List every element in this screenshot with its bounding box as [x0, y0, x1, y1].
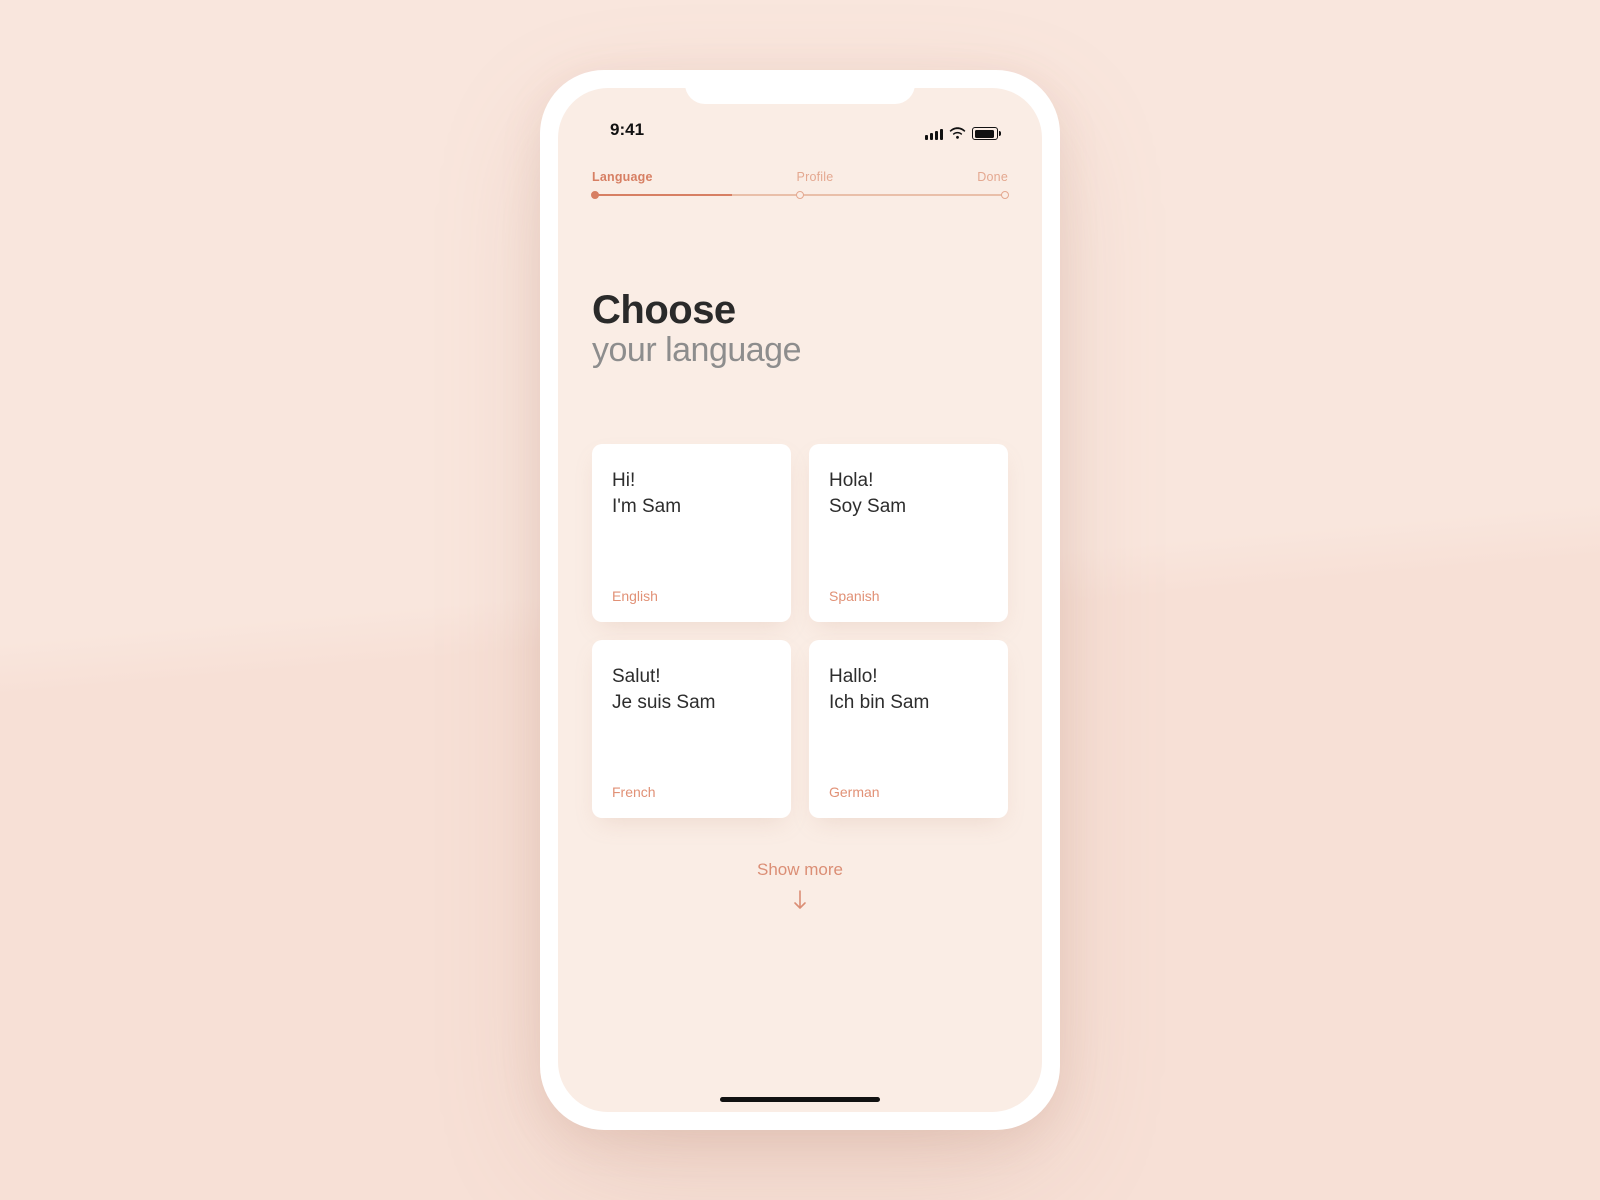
card-greeting: Hola!Soy Sam [829, 468, 988, 519]
page-heading: Choose your language [592, 288, 1008, 370]
heading-light: your language [592, 331, 1008, 370]
screen: 9:41 Language Profile Done [558, 88, 1042, 1112]
phone-frame: 9:41 Language Profile Done [540, 70, 1060, 1130]
step-track [592, 192, 1008, 198]
progress-stepper: Language Profile Done [592, 170, 1008, 198]
language-card-french[interactable]: Salut!Je suis Sam French [592, 640, 791, 818]
arrow-down-icon [592, 890, 1008, 912]
cellular-signal-icon [925, 128, 943, 140]
card-language-label: Spanish [829, 588, 988, 604]
card-greeting: Hallo!Ich bin Sam [829, 664, 988, 715]
language-card-spanish[interactable]: Hola!Soy Sam Spanish [809, 444, 1008, 622]
language-card-german[interactable]: Hallo!Ich bin Sam German [809, 640, 1008, 818]
step-fill [595, 194, 732, 196]
language-grid: Hi!I'm Sam English Hola!Soy Sam Spanish … [592, 444, 1008, 818]
card-greeting: Salut!Je suis Sam [612, 664, 771, 715]
step-dot-2 [796, 191, 804, 199]
show-more-button[interactable]: Show more [592, 860, 1008, 912]
card-language-label: German [829, 784, 988, 800]
step-label-done[interactable]: Done [977, 170, 1008, 184]
home-indicator[interactable] [720, 1097, 880, 1102]
battery-icon [972, 127, 998, 140]
device-notch [685, 70, 915, 104]
card-greeting: Hi!I'm Sam [612, 468, 771, 519]
heading-bold: Choose [592, 288, 1008, 333]
status-time: 9:41 [610, 120, 644, 140]
step-dot-3 [1001, 191, 1009, 199]
show-more-label: Show more [592, 860, 1008, 880]
wifi-icon [949, 127, 966, 140]
step-label-language[interactable]: Language [592, 170, 653, 184]
card-language-label: English [612, 588, 771, 604]
card-language-label: French [612, 784, 771, 800]
step-dot-1 [591, 191, 599, 199]
status-icons [925, 127, 998, 140]
step-label-profile[interactable]: Profile [797, 170, 834, 184]
language-card-english[interactable]: Hi!I'm Sam English [592, 444, 791, 622]
